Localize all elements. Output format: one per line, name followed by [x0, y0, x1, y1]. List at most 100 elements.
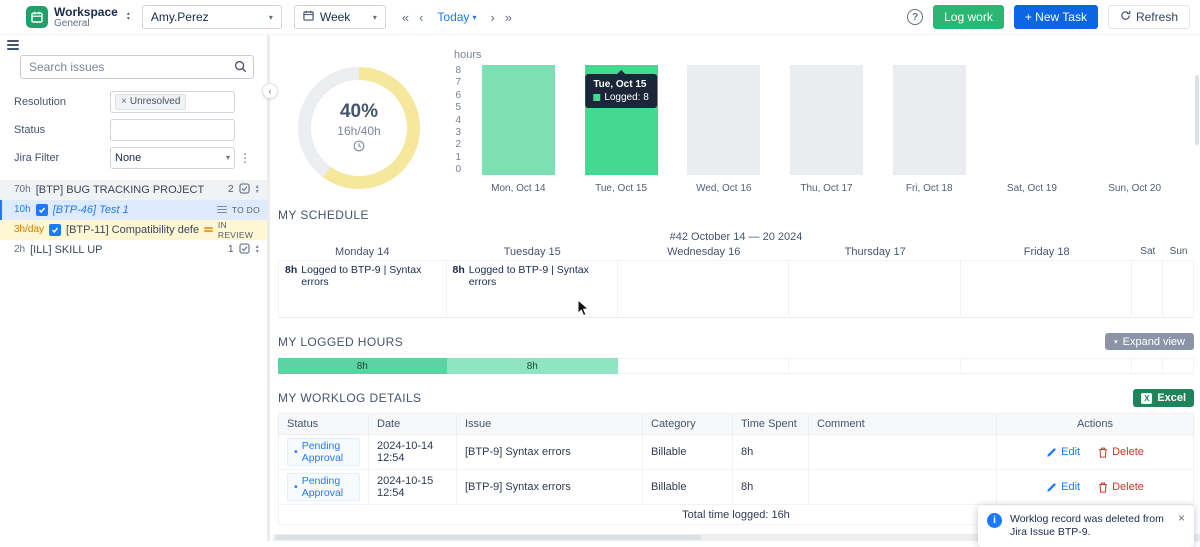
export-excel-button[interactable]: X Excel: [1133, 389, 1194, 407]
close-icon[interactable]: ×: [1178, 513, 1185, 539]
expand-view-button[interactable]: ▾ Expand view: [1105, 333, 1194, 350]
next-button[interactable]: ›: [486, 10, 498, 25]
bar[interactable]: [482, 65, 555, 175]
bar[interactable]: [790, 65, 863, 175]
week-range-label: #42 October 14 — 20 2024: [278, 231, 1194, 243]
edit-button[interactable]: Edit: [1046, 446, 1080, 458]
bar[interactable]: [893, 65, 966, 175]
excel-icon: X: [1141, 393, 1152, 404]
top-bar-actions: ? Log work + New Task Refresh: [907, 5, 1190, 29]
worklog-issue: [BTP-9] Syntax errors: [457, 470, 643, 505]
schedule-cell-sunday[interactable]: [1163, 260, 1194, 318]
column-date: Date: [369, 414, 457, 435]
schedule-cell-monday[interactable]: 8h Logged to BTP-9 | Syntax errors: [278, 260, 447, 318]
sort-arrows-icon[interactable]: ▲▼: [255, 245, 260, 255]
refresh-button[interactable]: Refresh: [1108, 5, 1190, 29]
kebab-menu-icon[interactable]: ⋮: [235, 151, 255, 165]
worklog-category: Billable: [643, 435, 733, 470]
tooltip-value: Logged: 8: [604, 91, 649, 104]
column-category: Category: [643, 414, 733, 435]
sort-arrows-icon[interactable]: ▲▼: [255, 185, 260, 195]
status-badge[interactable]: •Pending Approval: [287, 438, 360, 466]
schedule-entry[interactable]: 8h Logged to BTP-9 | Syntax errors: [285, 264, 440, 288]
period-select[interactable]: Week ▾: [294, 5, 386, 29]
clock-icon: [353, 140, 365, 155]
donut-center: 40% 16h/40h: [311, 80, 407, 176]
issue-hours: 10h: [14, 204, 31, 215]
schedule-day-header: Thursday 17: [789, 243, 960, 260]
issue-row-btp-11[interactable]: 3h/day [BTP-11] Compatibility defects IN…: [0, 220, 267, 240]
issue-hours: 70h: [14, 184, 31, 195]
bar[interactable]: [687, 65, 760, 175]
logged-hours-segment[interactable]: 8h: [447, 358, 618, 374]
schedule-cell-wednesday[interactable]: [618, 260, 789, 318]
status-label: Status: [14, 124, 110, 136]
previous-button[interactable]: ‹: [415, 10, 427, 25]
status-input[interactable]: [110, 119, 235, 141]
status-text: Pending Approval: [302, 475, 353, 499]
delete-button[interactable]: Delete: [1098, 481, 1144, 493]
bar-chart-column: [672, 65, 775, 175]
issue-row-btp-46[interactable]: 10h [BTP-46] Test 1 TO DO: [0, 200, 267, 220]
first-page-button[interactable]: «: [398, 10, 413, 25]
checkbox-list-icon[interactable]: [239, 243, 250, 257]
status-badge[interactable]: •Pending Approval: [287, 473, 360, 501]
log-work-button[interactable]: Log work: [933, 5, 1004, 29]
bar-tooltip: Tue, Oct 15 Logged: 8: [585, 74, 657, 108]
edit-button[interactable]: Edit: [1046, 481, 1080, 493]
schedule-cell-friday[interactable]: [961, 260, 1132, 318]
issue-row-btp-project[interactable]: 70h [BTP] BUG TRACKING PROJECT 2 ▲▼: [0, 180, 267, 200]
issue-status: IN REVIEW: [218, 220, 260, 240]
schedule-cell-tuesday[interactable]: 8h Logged to BTP-9 | Syntax errors: [447, 260, 618, 318]
scrollbar-thumb[interactable]: [275, 535, 701, 540]
issue-row-ill-skill-up[interactable]: 2h [ILL] SKILL UP 1 ▲▼: [0, 240, 267, 260]
delete-button[interactable]: Delete: [1098, 446, 1144, 458]
x-axis-label: Sun, Oct 20: [1083, 183, 1186, 194]
y-axis-tick: 3: [455, 127, 461, 138]
y-axis-tick: 4: [455, 115, 461, 126]
workspace-switch-icon[interactable]: ▴▾: [127, 12, 130, 22]
user-select[interactable]: Amy.Perez ▾: [142, 5, 282, 29]
jira-filter-row: Jira Filter None ▾ ⋮: [0, 144, 267, 172]
search-icon[interactable]: [234, 60, 247, 76]
entry-hours: 8h: [453, 264, 465, 276]
schedule-cell-saturday[interactable]: [1132, 260, 1163, 318]
schedule-day-header: Wednesday 16: [618, 243, 789, 260]
new-task-button[interactable]: + New Task: [1014, 5, 1098, 29]
workspace-switcher[interactable]: Workspace General ▴▾: [26, 6, 130, 29]
bar-chart-y-axis: 876543210: [440, 65, 467, 175]
jira-filter-select[interactable]: None ▾: [110, 147, 235, 169]
search-input[interactable]: [20, 55, 254, 79]
logged-hours-segment[interactable]: 8h: [278, 358, 447, 374]
bar-chart-column: [467, 65, 570, 175]
schedule-cell-thursday[interactable]: [789, 260, 960, 318]
y-axis-tick: 7: [455, 77, 461, 88]
worklog-time-spent: 8h: [733, 435, 809, 470]
last-page-button[interactable]: »: [501, 10, 516, 25]
checkbox-list-icon[interactable]: [239, 183, 250, 197]
status-in-review-icon: [204, 227, 213, 232]
help-icon[interactable]: ?: [907, 9, 923, 25]
issue-title: [ILL] SKILL UP: [30, 244, 102, 256]
worklog-date: 2024-10-14 12:54: [369, 435, 457, 470]
sidebar-collapse-button[interactable]: ‹: [262, 83, 278, 99]
today-button[interactable]: Today ▾: [433, 10, 480, 24]
refresh-label: Refresh: [1136, 10, 1178, 24]
refresh-icon: [1120, 10, 1131, 24]
worklog-title: MY WORKLOG DETAILS: [278, 391, 421, 405]
y-axis-tick: 8: [455, 65, 461, 76]
status-todo-icon: [217, 206, 227, 214]
vertical-scrollbar[interactable]: [1195, 75, 1199, 145]
logged-hours-empty-cell: [789, 358, 960, 374]
entry-text: Logged to BTP-9 | Syntax errors: [301, 264, 439, 288]
menu-icon[interactable]: [7, 40, 19, 50]
remove-tag-icon[interactable]: ×: [121, 96, 127, 107]
chevron-down-icon: ▾: [269, 13, 273, 22]
schedule-entry[interactable]: 8h Logged to BTP-9 | Syntax errors: [453, 264, 611, 288]
progress-percent: 40%: [340, 101, 378, 123]
worklog-date: 2024-10-15 12:54: [369, 470, 457, 505]
y-axis-tick: 1: [455, 152, 461, 163]
y-axis-tick: 6: [455, 90, 461, 101]
resolution-input[interactable]: × Unresolved: [110, 91, 235, 113]
column-actions: Actions: [997, 414, 1194, 435]
